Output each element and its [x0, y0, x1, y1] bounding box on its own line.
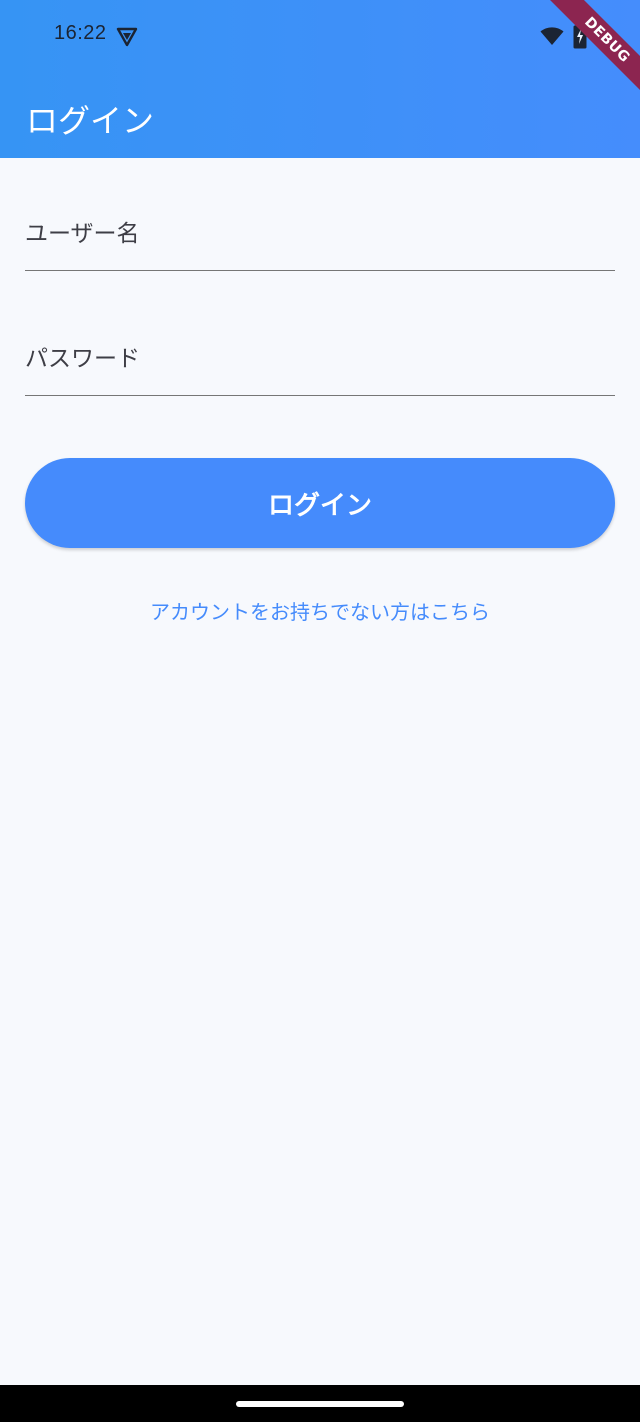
- home-indicator[interactable]: [236, 1401, 404, 1407]
- register-link[interactable]: アカウントをお持ちでない方はこちら: [0, 596, 640, 625]
- system-nav-bar: [0, 1385, 640, 1422]
- page-title: ログイン: [26, 102, 155, 140]
- username-label: ユーザー名: [25, 221, 140, 247]
- login-screen: 16:22 ログイン DEBUG ユーザー名 パスワード ログイン アカウントを…: [0, 0, 640, 1422]
- login-button[interactable]: ログイン: [25, 458, 615, 548]
- status-time: 16:22: [54, 22, 107, 44]
- username-field[interactable]: ユーザー名: [25, 210, 615, 271]
- wifi-icon: [540, 26, 564, 46]
- password-field[interactable]: パスワード: [25, 335, 615, 396]
- battery-charging-icon: [573, 23, 587, 49]
- vpn-icon: [116, 26, 138, 48]
- status-bar: 16:22: [0, 0, 640, 72]
- password-label: パスワード: [25, 346, 140, 372]
- app-bar: 16:22 ログイン: [0, 0, 640, 158]
